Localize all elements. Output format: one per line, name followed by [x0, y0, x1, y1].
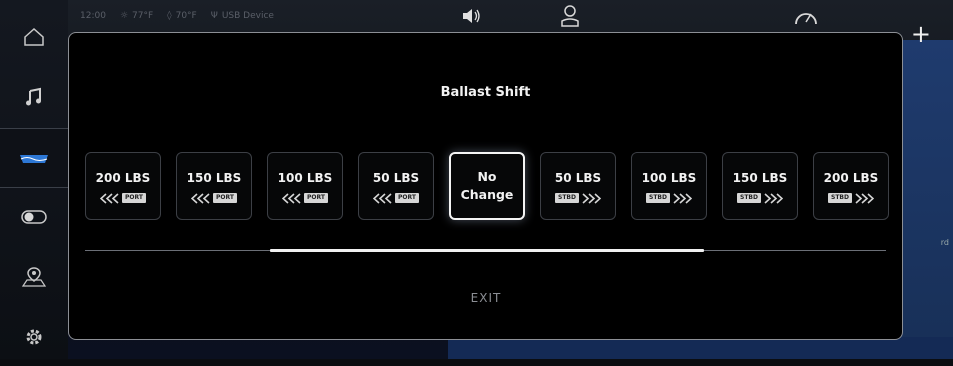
stbd-direction-tag: STBD — [737, 192, 783, 204]
add-button[interactable]: + — [911, 22, 931, 46]
sidebar-toggle-button[interactable] — [0, 188, 68, 246]
direction-tag-label: STBD — [555, 193, 579, 203]
scroll-indicator[interactable] — [270, 249, 704, 252]
ballast-option-label: 150 LBS — [186, 170, 242, 185]
chevron-left-icon — [282, 192, 301, 204]
gauge-icon[interactable] — [793, 6, 819, 26]
chevron-right-icon — [673, 192, 692, 204]
modal-title: Ballast Shift — [440, 85, 531, 100]
ballast-option-3[interactable]: 100 LBS PORT — [267, 152, 343, 220]
ballast-option-9[interactable]: 200 LBS STBD — [813, 152, 889, 220]
ballast-option-label: 100 LBS — [641, 170, 697, 185]
stbd-direction-tag: STBD — [828, 192, 874, 204]
ballast-shift-modal: Ballast Shift 200 LBS PORT 150 LBS PORT 100 … — [68, 32, 903, 340]
toggle-icon — [21, 210, 47, 224]
status-water-temp: ◊ 70°F — [167, 11, 197, 21]
map-pin-icon — [21, 267, 47, 287]
water-drop-icon: ◊ — [167, 11, 172, 21]
sun-icon: ☼ — [119, 11, 129, 21]
ballast-option-label: 200 LBS — [823, 170, 879, 185]
direction-tag-label: STBD — [737, 193, 761, 203]
ballast-option-label: 100 LBS — [277, 170, 333, 185]
ballast-option-label: 50 LBS — [554, 170, 602, 185]
status-bar: 12:00 ☼ 77°F ◊ 70°F Ψ USB Device — [80, 0, 953, 32]
chevron-left-icon — [100, 192, 119, 204]
direction-tag-label: PORT — [122, 193, 146, 203]
status-usb: Ψ USB Device — [210, 11, 274, 21]
direction-tag-label: PORT — [395, 193, 419, 203]
sidebar-boat-button[interactable] — [0, 128, 68, 188]
status-time: 12:00 — [80, 11, 106, 21]
direction-tag-label: STBD — [646, 193, 670, 203]
chevron-left-icon — [191, 192, 210, 204]
chevron-right-icon — [855, 192, 874, 204]
port-direction-tag: PORT — [100, 192, 146, 204]
ballast-option-8[interactable]: 150 LBS STBD — [722, 152, 798, 220]
exit-button[interactable]: EXIT — [436, 285, 536, 311]
ballast-option-4[interactable]: 50 LBS PORT — [358, 152, 434, 220]
ballast-option-1[interactable]: 200 LBS PORT — [85, 152, 161, 220]
stbd-direction-tag: STBD — [555, 192, 601, 204]
direction-tag-label: PORT — [304, 193, 328, 203]
ballast-option-6[interactable]: 50 LBS STBD — [540, 152, 616, 220]
sidebar — [0, 0, 69, 359]
ballast-option-label: 200 LBS — [95, 170, 151, 185]
sidebar-home-button[interactable] — [0, 8, 68, 66]
ballast-option-5[interactable]: No Change — [449, 152, 525, 220]
ballast-option-7[interactable]: 100 LBS STBD — [631, 152, 707, 220]
volume-icon[interactable] — [462, 8, 482, 24]
sidebar-map-button[interactable] — [0, 248, 68, 306]
chevron-left-icon — [373, 192, 392, 204]
music-icon — [26, 87, 41, 106]
ballast-option-label: No Change — [460, 169, 514, 202]
user-icon[interactable] — [561, 4, 579, 28]
chevron-right-icon — [582, 192, 601, 204]
direction-tag-label: PORT — [213, 193, 237, 203]
stbd-direction-tag: STBD — [646, 192, 692, 204]
gear-icon — [26, 329, 42, 345]
ballast-option-label: 150 LBS — [732, 170, 788, 185]
port-direction-tag: PORT — [191, 192, 237, 204]
usb-icon: Ψ — [210, 11, 218, 21]
chevron-right-icon — [764, 192, 783, 204]
boat-icon — [20, 155, 48, 163]
port-direction-tag: PORT — [373, 192, 419, 204]
status-outside-temp: ☼ 77°F — [119, 11, 154, 21]
home-icon — [24, 27, 44, 46]
sidebar-music-button[interactable] — [0, 68, 68, 126]
sidebar-settings-button[interactable] — [0, 308, 68, 366]
port-direction-tag: PORT — [282, 192, 328, 204]
background-panel-bottom — [448, 337, 953, 359]
ballast-option-label: 50 LBS — [372, 170, 420, 185]
ballast-option-2[interactable]: 150 LBS PORT — [176, 152, 252, 220]
background-partial-label: rd — [940, 238, 949, 247]
direction-tag-label: STBD — [828, 193, 852, 203]
